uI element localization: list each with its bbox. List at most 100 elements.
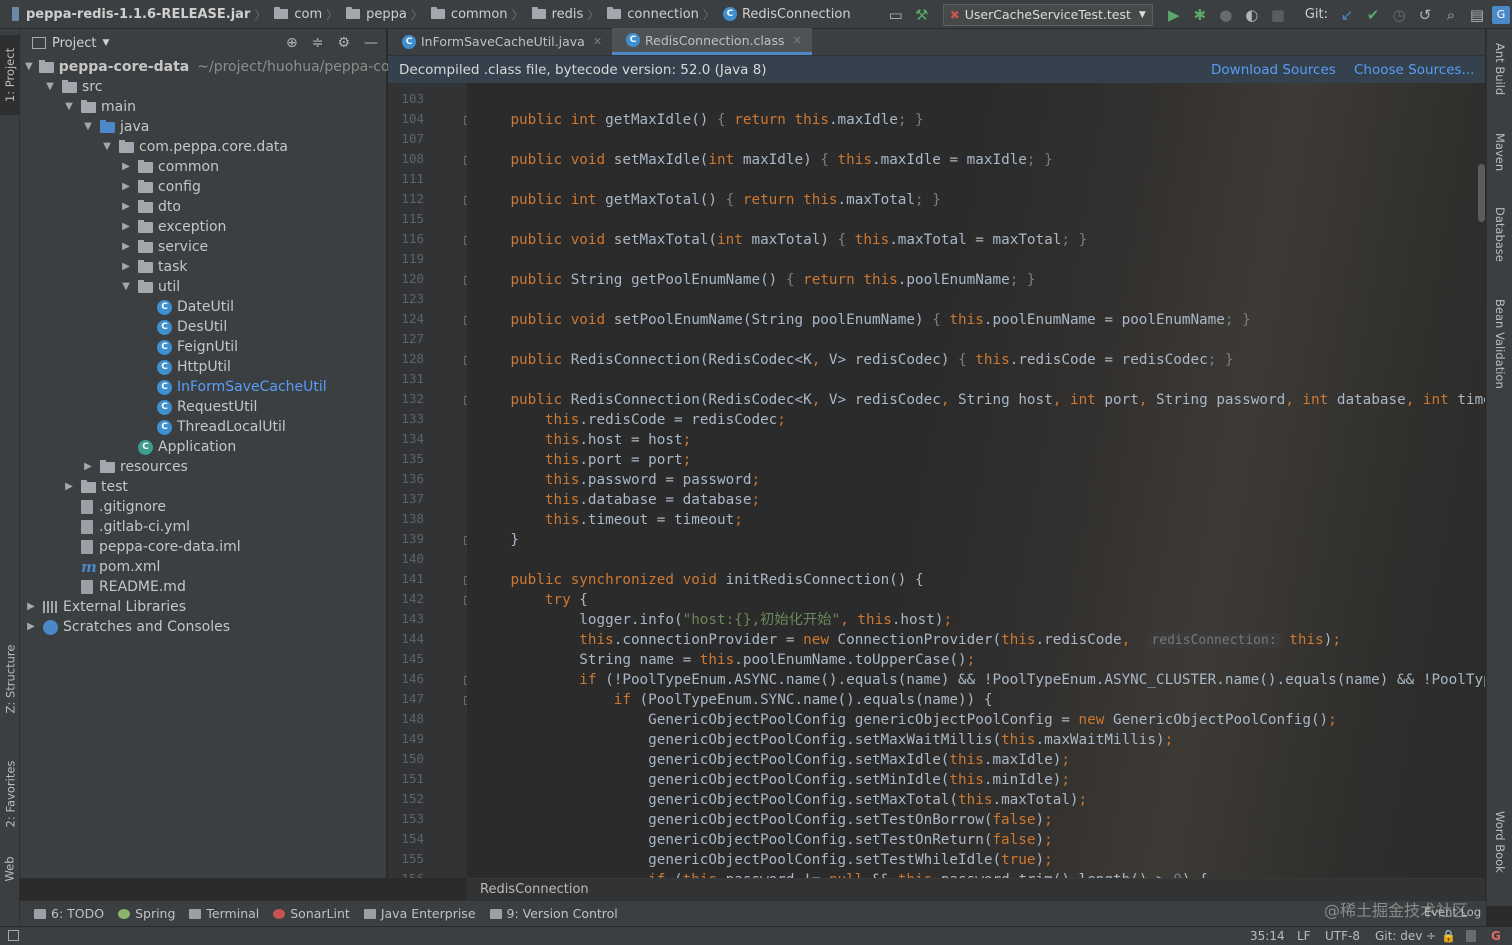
tab-word-book[interactable]: Word Book (1487, 811, 1512, 873)
tree-node-util[interactable]: ▼ util (20, 277, 387, 297)
tree-node-peppa-core-data[interactable]: ▼ peppa-core-data ~/project/huohua/peppa-c… (20, 57, 440, 77)
build-hammer-icon[interactable]: ⚒ (911, 4, 933, 26)
tree-node-informsavecacheutil[interactable]: C InFormSaveCacheUtil (20, 377, 387, 397)
git-commit-icon[interactable]: ✔ (1362, 4, 1384, 26)
tree-node-gitignore[interactable]: .gitignore (20, 497, 387, 517)
event-log-button[interactable]: Event Log (1424, 905, 1481, 919)
editor-scrollbar[interactable] (1478, 164, 1485, 222)
locate-icon[interactable]: ⊕ (286, 35, 298, 51)
collapsed-arrow-icon[interactable]: ▶ (120, 197, 132, 217)
expanded-arrow-icon[interactable]: ▼ (120, 277, 132, 297)
run-icon[interactable]: ▶ (1163, 4, 1185, 26)
git-update-icon[interactable]: ↙ (1336, 4, 1358, 26)
breadcrumb-class[interactable]: C RedisConnection (719, 0, 851, 29)
tab-informsavecacheutil[interactable]: C InFormSaveCacheUtil.java ✕ (388, 28, 612, 55)
expanded-arrow-icon[interactable]: ▼ (44, 77, 56, 97)
expanded-arrow-icon[interactable]: ▼ (82, 117, 94, 137)
version-control-tool-button[interactable]: 9: Version Control (489, 906, 618, 921)
line-separator[interactable]: LF (1297, 929, 1311, 943)
gear-icon[interactable]: ⚙ (337, 35, 350, 51)
lock-icon[interactable]: 🔒 (1441, 929, 1456, 943)
collapsed-arrow-icon[interactable]: ▶ (120, 217, 132, 237)
tree-node-java[interactable]: ▼ java (20, 117, 387, 137)
git-rollback-icon[interactable]: ↺ (1414, 4, 1436, 26)
tab-favorites[interactable]: 2: Favorites (0, 749, 20, 839)
git-branch[interactable]: Git: dev ÷ (1375, 929, 1436, 943)
tab-structure[interactable]: Z: Structure (0, 639, 20, 719)
collapsed-arrow-icon[interactable]: ▶ (120, 177, 132, 197)
collapsed-arrow-icon[interactable]: ▶ (120, 157, 132, 177)
tree-node-pom-xml[interactable]: m pom.xml (20, 557, 387, 577)
tree-node-peppa-core-data-iml[interactable]: peppa-core-data.iml (20, 537, 387, 557)
close-icon[interactable]: ✕ (793, 34, 802, 47)
collapsed-arrow-icon[interactable]: ▶ (25, 617, 37, 637)
chevron-down-icon[interactable]: ▼ (102, 38, 109, 48)
tree-node-application[interactable]: C Application (20, 437, 387, 457)
todo-tool-button[interactable]: 6: TODO (34, 906, 104, 921)
tree-node-gitlab-ci-yml[interactable]: .gitlab-ci.yml (20, 517, 387, 537)
sonarlint-tool-button[interactable]: SonarLint (273, 906, 350, 921)
download-sources-link[interactable]: Download Sources (1211, 62, 1336, 78)
tab-ant-build[interactable]: Ant Build (1487, 43, 1512, 95)
coverage-icon[interactable]: ● (1215, 4, 1237, 26)
collapse-all-icon[interactable]: ≑ (312, 35, 324, 51)
collapsed-arrow-icon[interactable]: ▶ (63, 477, 75, 497)
tree-node-readme-md[interactable]: README.md (20, 577, 387, 597)
tree-node-threadlocalutil[interactable]: C ThreadLocalUtil (20, 417, 387, 437)
breadcrumb-common[interactable]: common (427, 0, 508, 29)
debug-icon[interactable]: ✱ (1189, 4, 1211, 26)
tab-redisconnection[interactable]: C RedisConnection.class ✕ (612, 28, 812, 55)
breadcrumb-peppa[interactable]: peppa (342, 0, 407, 29)
choose-sources-link[interactable]: Choose Sources... (1354, 62, 1474, 78)
tab-bean-validation[interactable]: Bean Validation (1487, 299, 1512, 389)
memory-icon[interactable] (1466, 930, 1476, 942)
tree-node-feignutil[interactable]: C FeignUtil (20, 337, 387, 357)
expanded-arrow-icon[interactable]: ▼ (101, 137, 113, 157)
tree-node-src[interactable]: ▼ src (20, 77, 387, 97)
collapsed-arrow-icon[interactable]: ▶ (82, 457, 94, 477)
tab-web[interactable]: Web (0, 849, 20, 889)
breadcrumb-connection[interactable]: connection (603, 0, 699, 29)
run-configuration-select[interactable]: ✖ UserCacheServiceTest.test ▼ (942, 3, 1153, 26)
git-history-icon[interactable]: ◷ (1388, 4, 1410, 26)
expanded-arrow-icon[interactable]: ▼ (63, 97, 75, 117)
tab-maven[interactable]: Maven (1487, 133, 1512, 171)
tree-node-common[interactable]: ▶ common (20, 157, 387, 177)
tree-node-scratches-and-consoles[interactable]: ▶ Scratches and Consoles (20, 617, 387, 637)
code-editor[interactable]: public int getMaxIdle() { return this.ma… (467, 83, 1485, 878)
breadcrumb-com[interactable]: com (270, 0, 322, 29)
stop-icon[interactable]: ■ (1267, 4, 1289, 26)
plugin-icon[interactable]: G (1492, 5, 1510, 24)
tree-node-exception[interactable]: ▶ exception (20, 217, 387, 237)
file-encoding[interactable]: UTF-8 (1325, 929, 1360, 943)
tree-node-com-peppa-core-data[interactable]: ▼ com.peppa.core.data (20, 137, 387, 157)
collapsed-arrow-icon[interactable]: ▶ (120, 237, 132, 257)
tree-node-resources[interactable]: ▶ resources (20, 457, 387, 477)
hide-icon[interactable]: — (364, 35, 378, 51)
tree-node-requestutil[interactable]: C RequestUtil (20, 397, 387, 417)
collapsed-arrow-icon[interactable]: ▶ (25, 597, 37, 617)
project-structure-icon[interactable]: ▤ (1466, 4, 1488, 26)
collapsed-arrow-icon[interactable]: ▶ (120, 257, 132, 277)
tree-node-desutil[interactable]: C DesUtil (20, 317, 387, 337)
tree-node-httputil[interactable]: C HttpUtil (20, 357, 387, 377)
tree-node-dateutil[interactable]: C DateUtil (20, 297, 387, 317)
layout-icon[interactable]: ▭ (885, 4, 907, 26)
java-enterprise-tool-button[interactable]: Java Enterprise (363, 906, 476, 921)
expanded-arrow-icon[interactable]: ▼ (25, 57, 33, 77)
tab-database[interactable]: Database (1487, 207, 1512, 262)
search-icon[interactable]: ⌕ (1440, 4, 1462, 26)
close-icon[interactable]: ✕ (593, 35, 602, 48)
breadcrumb-jar[interactable]: peppa-redis-1.1.6-RELEASE.jar (26, 0, 250, 29)
google-icon[interactable]: G (1491, 929, 1501, 943)
terminal-tool-button[interactable]: Terminal (189, 906, 259, 921)
tree-node-task[interactable]: ▶ task (20, 257, 387, 277)
project-view-select[interactable]: Project (52, 36, 96, 51)
tree-node-main[interactable]: ▼ main (20, 97, 387, 117)
caret-position[interactable]: 35:14 (1250, 929, 1285, 943)
tree-node-test[interactable]: ▶ test (20, 477, 387, 497)
tree-node-service[interactable]: ▶ service (20, 237, 387, 257)
breadcrumb-redis[interactable]: redis (528, 0, 583, 29)
tree-node-config[interactable]: ▶ config (20, 177, 387, 197)
tree-node-external-libraries[interactable]: ▶ External Libraries (20, 597, 387, 617)
